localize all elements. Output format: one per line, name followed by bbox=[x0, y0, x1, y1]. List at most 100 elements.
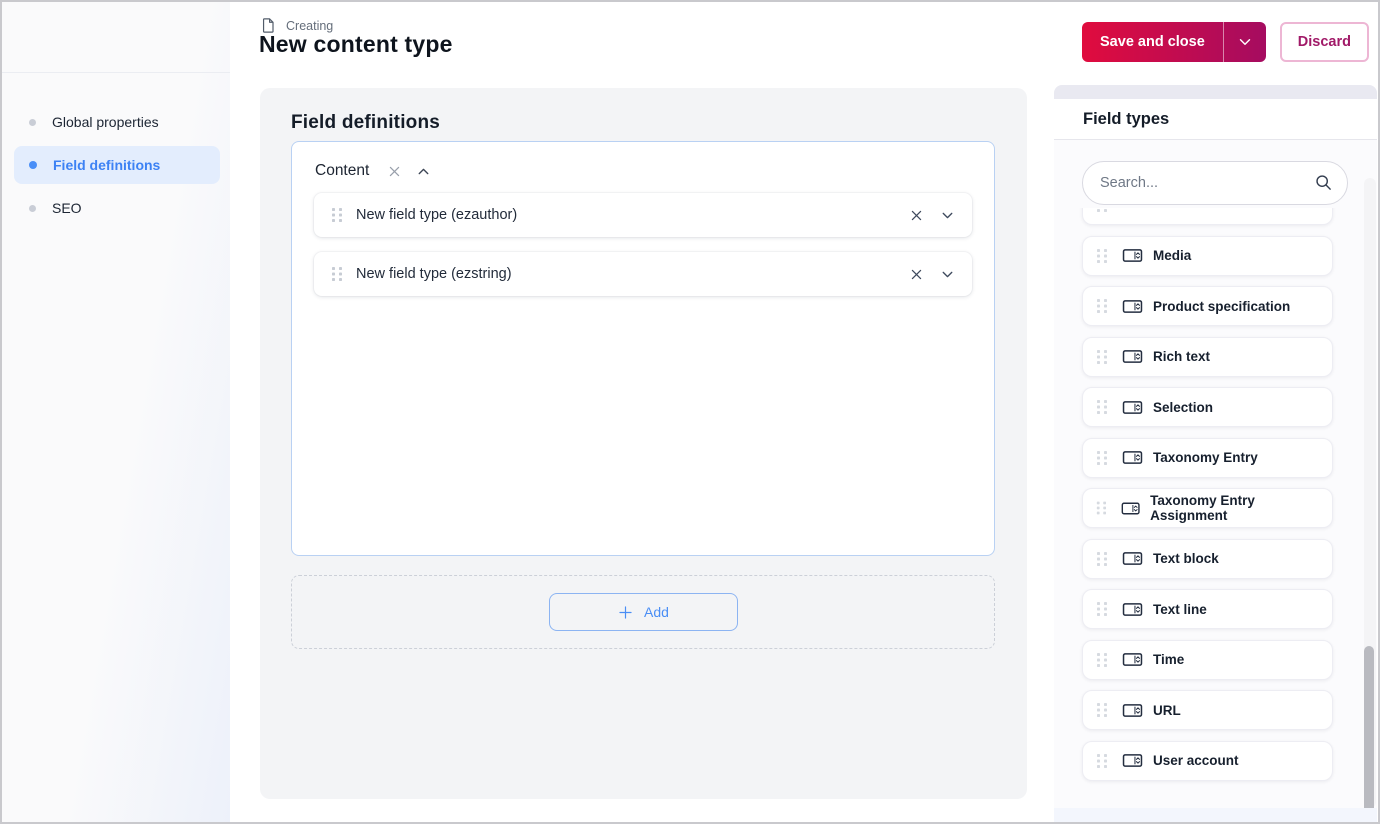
field-type-item-partial[interactable] bbox=[1082, 208, 1333, 225]
drag-handle-icon[interactable] bbox=[1095, 398, 1109, 416]
field-type-label: Time bbox=[1153, 652, 1185, 667]
field-definition-label: New field type (ezstring) bbox=[356, 266, 512, 282]
field-type-item-selection[interactable]: Selection bbox=[1082, 387, 1333, 427]
field-type-icon bbox=[1122, 247, 1143, 264]
field-definition-label: New field type (ezauthor) bbox=[356, 207, 518, 223]
expand-field-icon[interactable] bbox=[939, 207, 956, 224]
field-group-header: Content bbox=[292, 142, 994, 180]
field-type-icon bbox=[1122, 348, 1143, 365]
field-type-label: Text line bbox=[1153, 601, 1207, 617]
expand-field-icon[interactable] bbox=[939, 266, 956, 283]
drag-handle-icon[interactable] bbox=[1095, 247, 1109, 265]
section-title: Field definitions bbox=[291, 112, 441, 133]
save-options-toggle[interactable] bbox=[1222, 22, 1266, 62]
field-type-item-taxonomy-entry-assignment[interactable]: Taxonomy Entry Assignment bbox=[1082, 488, 1333, 528]
field-type-label: Taxonomy Entry bbox=[1153, 450, 1258, 465]
field-type-icon bbox=[1122, 399, 1143, 416]
search-input[interactable] bbox=[1082, 161, 1348, 205]
field-type-label: User account bbox=[1153, 753, 1239, 768]
drag-handle-icon[interactable] bbox=[1095, 449, 1109, 467]
field-type-label: Product specification bbox=[1153, 298, 1291, 314]
sidebar-item-global-properties[interactable]: Global properties bbox=[14, 103, 220, 141]
remove-field-icon[interactable] bbox=[908, 266, 925, 283]
field-type-icon bbox=[1122, 550, 1143, 567]
save-and-close-button[interactable]: Save and close bbox=[1082, 22, 1223, 62]
field-definition-row[interactable]: New field type (ezauthor) bbox=[314, 193, 972, 237]
drag-handle-icon[interactable] bbox=[1095, 499, 1108, 517]
field-type-item-text-line[interactable]: Text line bbox=[1082, 589, 1333, 629]
drag-handle-icon[interactable] bbox=[1095, 701, 1109, 719]
field-type-label: Media bbox=[1153, 248, 1192, 263]
sidebar-item-field-definitions[interactable]: Field definitions bbox=[14, 146, 220, 184]
field-type-label: Rich text bbox=[1153, 349, 1211, 364]
field-type-icon bbox=[1122, 449, 1143, 466]
chevron-down-icon bbox=[1236, 33, 1254, 51]
remove-group-icon[interactable] bbox=[386, 163, 403, 180]
search-box bbox=[1082, 161, 1348, 205]
field-definition-row[interactable]: New field type (ezstring) bbox=[314, 252, 972, 296]
discard-button[interactable]: Discard bbox=[1279, 22, 1369, 62]
sidebar-item-seo[interactable]: SEO bbox=[14, 189, 220, 227]
field-type-item-time[interactable]: Time bbox=[1082, 639, 1333, 680]
page-title: New content type bbox=[259, 31, 453, 57]
drag-handle-icon[interactable] bbox=[330, 206, 344, 224]
field-types-list: Media Product specification Rich text Se… bbox=[1054, 208, 1353, 808]
group-name: Content bbox=[315, 162, 370, 179]
bullet-icon bbox=[29, 204, 36, 212]
field-group-content: Content New field type (ezauthor) New fi… bbox=[291, 141, 995, 556]
sidebar-item-label: SEO bbox=[52, 200, 82, 216]
drag-handle-icon[interactable] bbox=[1095, 348, 1109, 366]
field-types-panel: Field types Media bbox=[1054, 85, 1377, 808]
left-sidebar: Global properties Field definitions SEO bbox=[2, 2, 231, 822]
drag-handle-icon[interactable] bbox=[1095, 208, 1109, 214]
panel-top-cap bbox=[1054, 85, 1377, 99]
field-type-item-text-block[interactable]: Text block bbox=[1082, 538, 1333, 579]
field-type-item-url[interactable]: URL bbox=[1082, 690, 1333, 730]
field-type-item-rich-text[interactable]: Rich text bbox=[1082, 336, 1333, 377]
sidebar-top-spacer bbox=[2, 2, 230, 73]
app-window: Global properties Field definitions SEO … bbox=[0, 0, 1380, 824]
field-type-item-media[interactable]: Media bbox=[1082, 235, 1333, 276]
drag-handle-icon[interactable] bbox=[1095, 752, 1109, 770]
field-type-icon bbox=[1122, 752, 1143, 769]
add-button-label: Add bbox=[644, 604, 669, 620]
field-type-item-user-account[interactable]: User account bbox=[1082, 740, 1333, 781]
save-split-button: Save and close bbox=[1082, 22, 1266, 62]
field-type-icon bbox=[1122, 702, 1143, 719]
field-definitions-card: Field definitions Content New field type… bbox=[260, 88, 1027, 799]
drag-handle-icon[interactable] bbox=[1095, 651, 1109, 669]
field-type-icon bbox=[1121, 500, 1140, 517]
field-type-item-taxonomy-entry[interactable]: Taxonomy Entry bbox=[1082, 437, 1333, 478]
field-type-label: Selection bbox=[1153, 399, 1214, 415]
panel-scrollbar-thumb[interactable] bbox=[1364, 646, 1374, 808]
panel-bottom-strip bbox=[1054, 808, 1377, 822]
panel-body: Media Product specification Rich text bbox=[1054, 140, 1377, 808]
drag-handle-icon[interactable] bbox=[1095, 600, 1109, 618]
sidebar-item-label: Global properties bbox=[52, 114, 159, 130]
plus-icon bbox=[617, 604, 634, 621]
field-type-item-product-specification[interactable]: Product specification bbox=[1082, 286, 1333, 326]
panel-scrollbar-track[interactable] bbox=[1364, 178, 1376, 808]
field-type-label: Text block bbox=[1153, 551, 1219, 566]
search-icon[interactable] bbox=[1314, 173, 1333, 192]
bullet-icon bbox=[29, 118, 36, 126]
header-actions: Save and close Discard bbox=[1082, 22, 1369, 62]
field-type-icon bbox=[1122, 651, 1143, 668]
anchor-nav: Global properties Field definitions SEO bbox=[2, 73, 230, 227]
panel-title: Field types bbox=[1054, 99, 1377, 140]
top-bar: Creating New content type Save and close… bbox=[230, 2, 1378, 83]
add-button[interactable]: Add bbox=[548, 593, 738, 631]
collapse-group-icon[interactable] bbox=[415, 163, 432, 180]
bullet-icon bbox=[29, 161, 37, 169]
drag-handle-icon[interactable] bbox=[330, 265, 344, 283]
field-type-label: Taxonomy Entry Assignment bbox=[1150, 493, 1255, 523]
drag-handle-icon[interactable] bbox=[1095, 297, 1109, 315]
add-group-dropzone: Add bbox=[291, 575, 995, 649]
field-type-icon bbox=[1122, 601, 1143, 618]
field-group-body: New field type (ezauthor) New field type… bbox=[292, 180, 994, 296]
content-region: Field definitions Content New field type… bbox=[230, 82, 1378, 822]
field-type-label: URL bbox=[1153, 702, 1181, 718]
remove-field-icon[interactable] bbox=[908, 207, 925, 224]
sidebar-item-label: Field definitions bbox=[53, 157, 161, 173]
drag-handle-icon[interactable] bbox=[1095, 550, 1109, 568]
